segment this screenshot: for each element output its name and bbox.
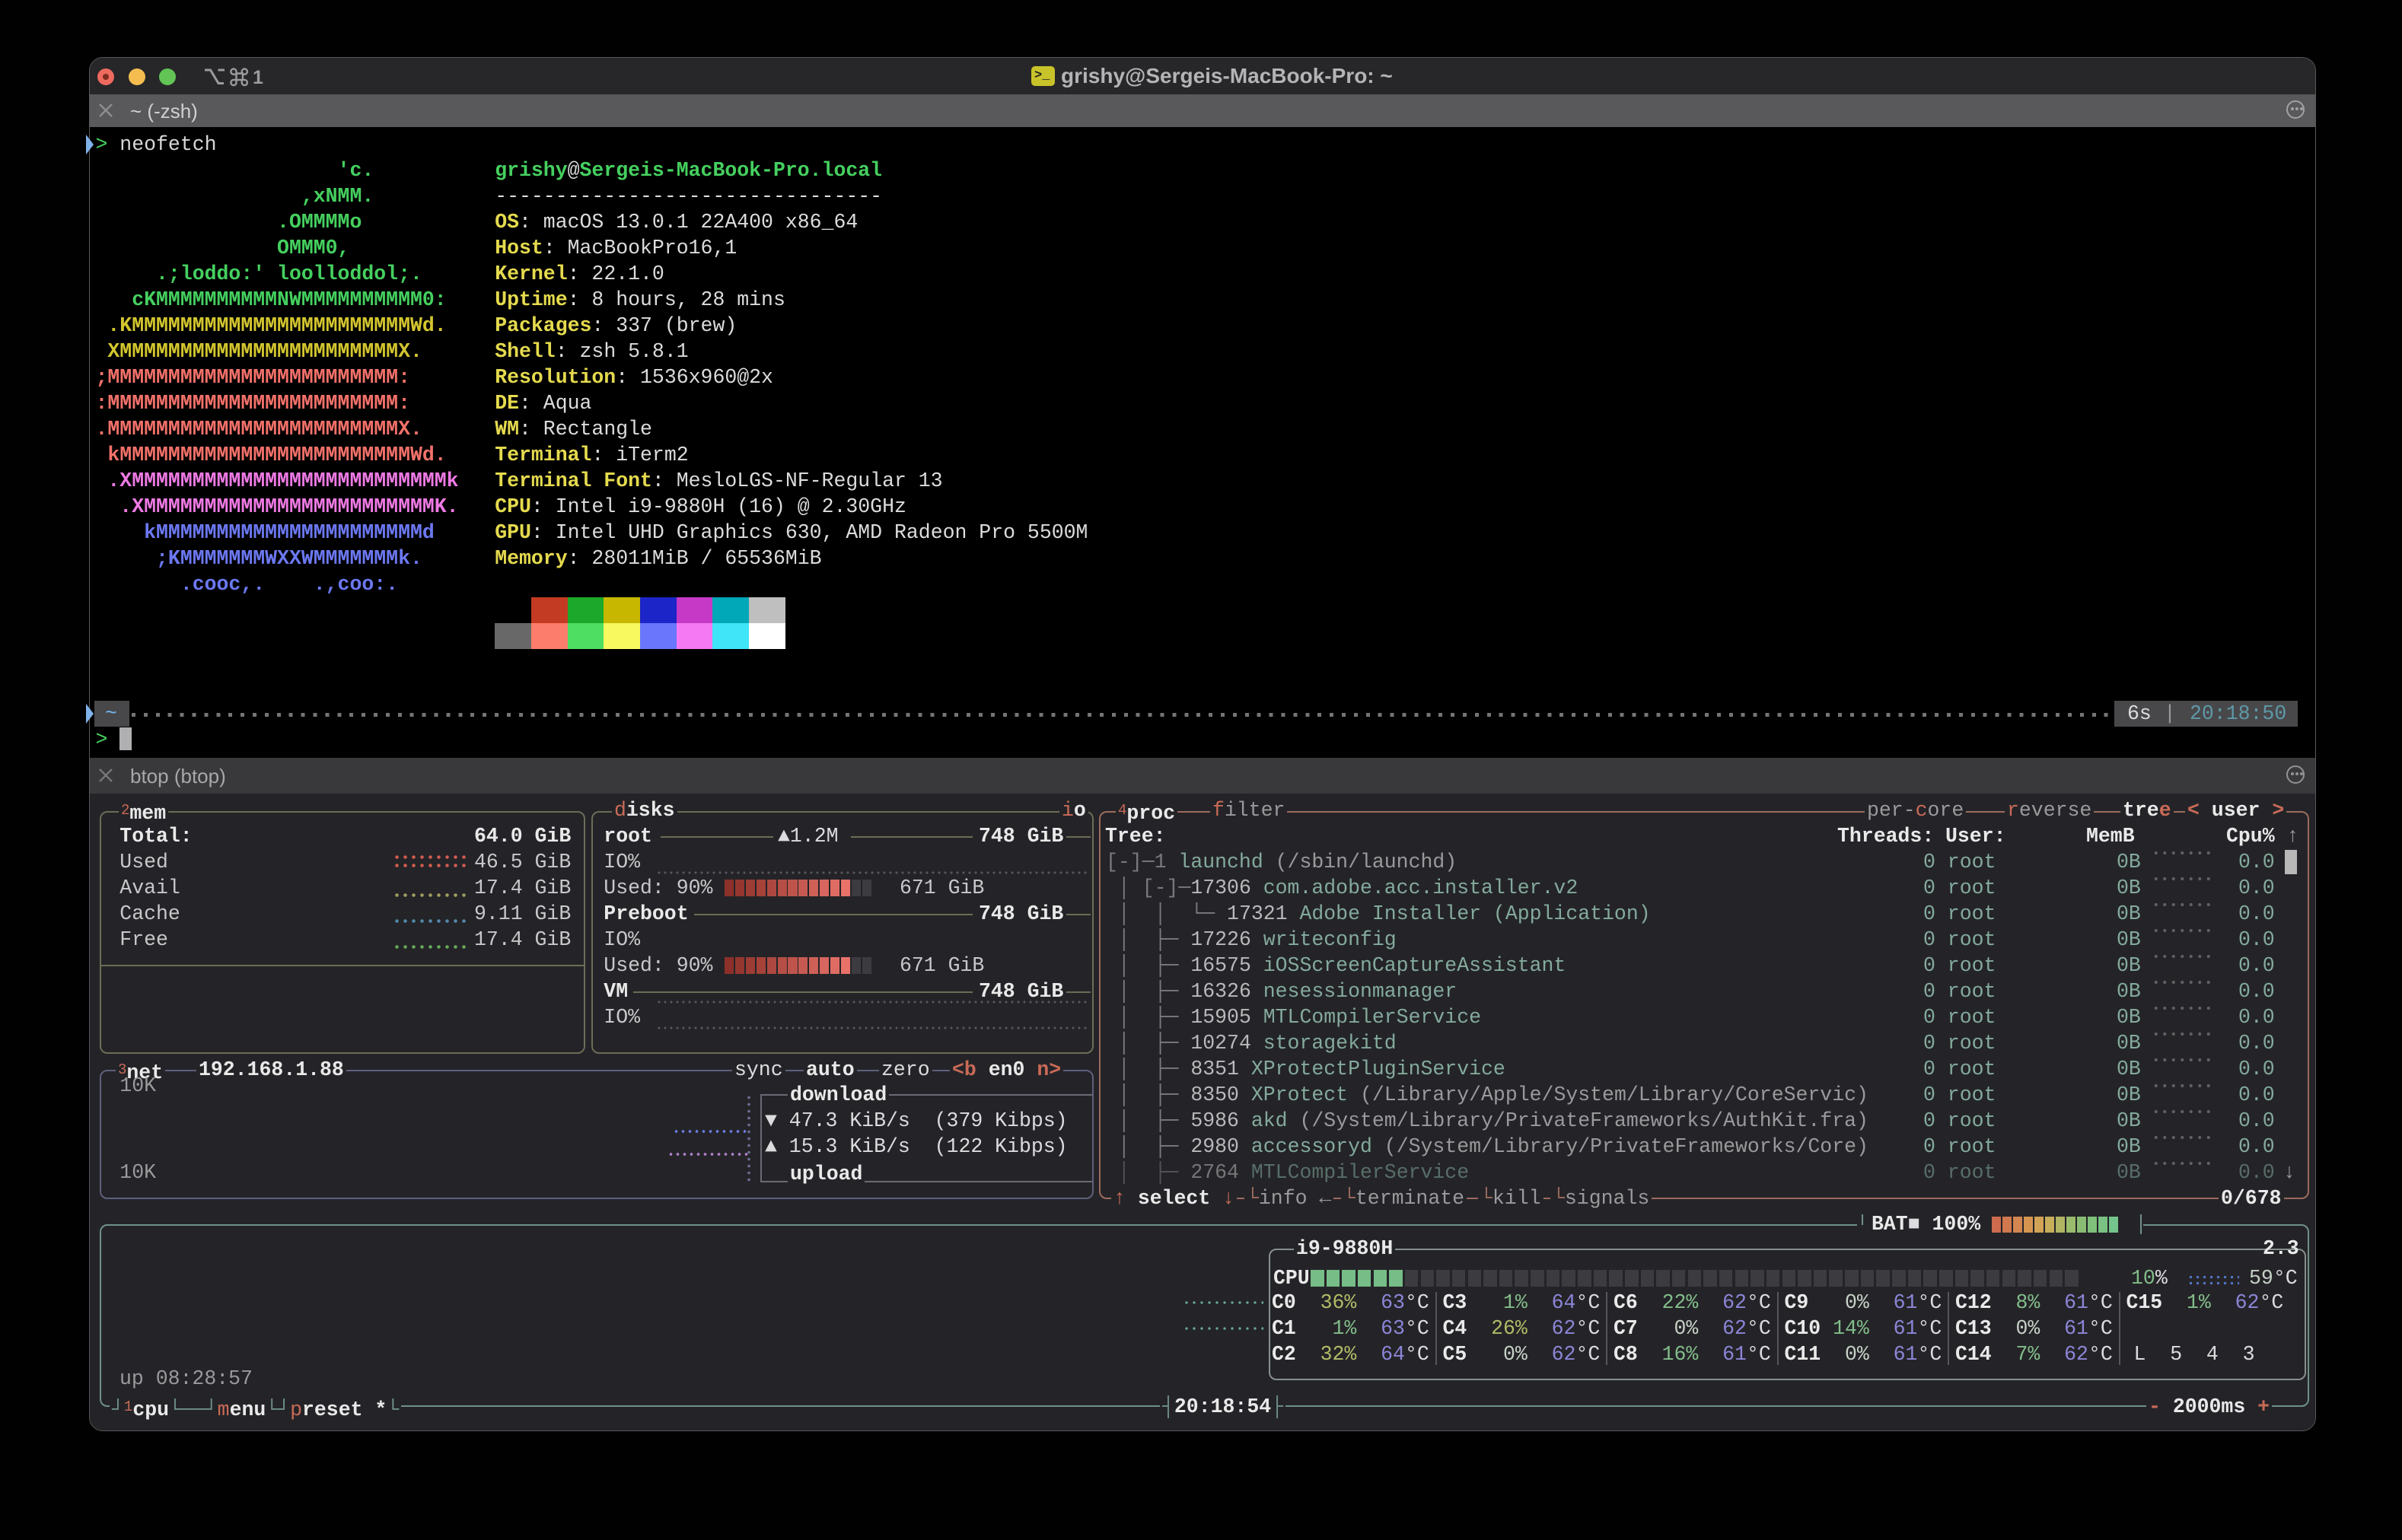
svg-text:1: 1 [253, 67, 263, 87]
